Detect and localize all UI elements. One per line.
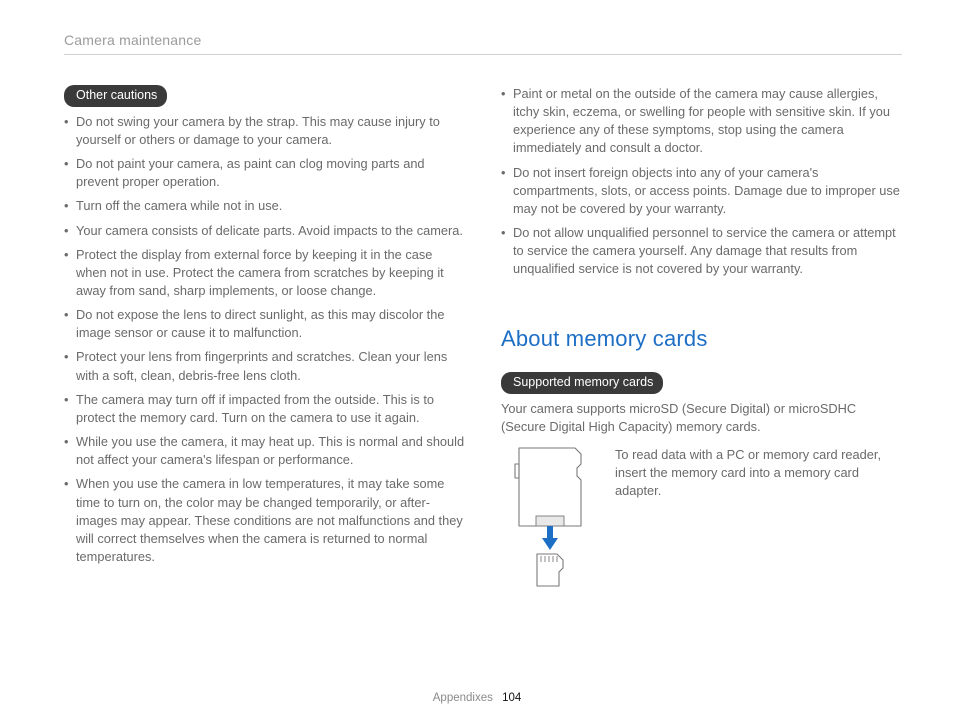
page-footer: Appendixes 104 bbox=[0, 692, 954, 704]
caution-item: Do not insert foreign objects into any o… bbox=[501, 164, 902, 218]
caution-item: Your camera consists of delicate parts. … bbox=[64, 222, 465, 240]
caution-item: When you use the camera in low temperatu… bbox=[64, 475, 465, 566]
memory-card-adapter-row: To read data with a PC or memory card re… bbox=[501, 446, 902, 601]
page: Camera maintenance Other cautions Do not… bbox=[0, 0, 954, 641]
other-cautions-continued-list: Paint or metal on the outside of the cam… bbox=[501, 85, 902, 279]
header-divider bbox=[64, 54, 902, 55]
memory-cards-intro: Your camera supports microSD (Secure Dig… bbox=[501, 400, 902, 436]
page-header-title: Camera maintenance bbox=[64, 32, 902, 48]
caution-item: Do not swing your camera by the strap. T… bbox=[64, 113, 465, 149]
caution-item: Do not paint your camera, as paint can c… bbox=[64, 155, 465, 191]
caution-item: While you use the camera, it may heat up… bbox=[64, 433, 465, 469]
right-column: Paint or metal on the outside of the cam… bbox=[501, 85, 902, 601]
memory-card-adapter-illustration bbox=[501, 446, 599, 601]
caution-item: Do not allow unqualified personnel to se… bbox=[501, 224, 902, 278]
caution-item: The camera may turn off if impacted from… bbox=[64, 391, 465, 427]
other-cautions-pill: Other cautions bbox=[64, 85, 167, 107]
caution-item: Do not expose the lens to direct sunligh… bbox=[64, 306, 465, 342]
footer-section: Appendixes bbox=[433, 692, 493, 704]
caution-item: Protect your lens from fingerprints and … bbox=[64, 348, 465, 384]
caution-item: Turn off the camera while not in use. bbox=[64, 197, 465, 215]
supported-memory-cards-pill: Supported memory cards bbox=[501, 372, 663, 394]
left-column: Other cautions Do not swing your camera … bbox=[64, 85, 465, 601]
caution-item: Paint or metal on the outside of the cam… bbox=[501, 85, 902, 158]
footer-page-number: 104 bbox=[502, 692, 521, 704]
caution-item: Protect the display from external force … bbox=[64, 246, 465, 300]
about-memory-cards-heading: About memory cards bbox=[501, 323, 902, 354]
content-columns: Other cautions Do not swing your camera … bbox=[64, 85, 902, 601]
other-cautions-list: Do not swing your camera by the strap. T… bbox=[64, 113, 465, 566]
memory-card-adapter-note: To read data with a PC or memory card re… bbox=[615, 446, 902, 601]
